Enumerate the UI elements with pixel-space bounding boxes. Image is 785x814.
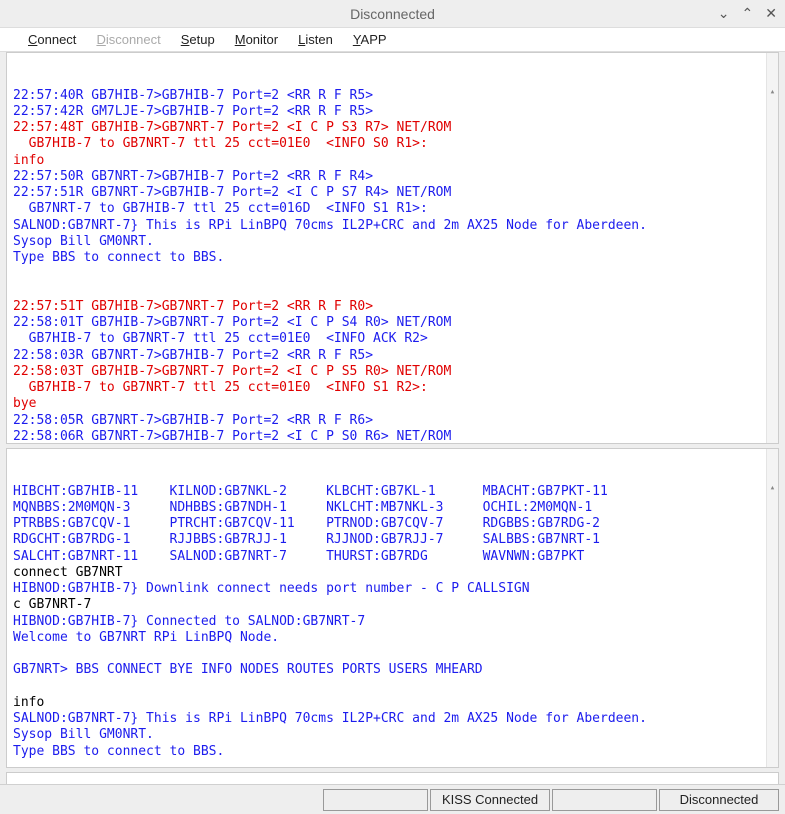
status-cell-3 [552,789,657,811]
log-line: MQNBBS:2M0MQN-3 NDHBBS:GB7NDH-1 NKLCHT:M… [13,500,772,516]
log-line: 22:57:42R GM7LJE-7>GB7HIB-7 Port=2 <RR R… [13,104,772,120]
log-line: RDGCHT:GB7RDG-1 RJJBBS:GB7RJJ-1 RJJNOD:G… [13,532,772,548]
minimize-icon[interactable]: ⌄ [718,6,730,20]
log-line: SALNOD:GB7NRT-7} This is RPi LinBPQ 70cm… [13,711,772,727]
log-line: GB7HIB-7 to GB7NRT-7 ttl 25 cct=01E0 <IN… [13,331,772,347]
status-bar: KISS Connected Disconnected [0,784,785,814]
terminal-pane[interactable]: HIBCHT:GB7HIB-11 KILNOD:GB7NKL-2 KLBCHT:… [6,448,779,768]
log-line: 22:58:03T GB7HIB-7>GB7NRT-7 Port=2 <I C … [13,364,772,380]
log-line: HIBNOD:GB7HIB-7} Connected to SALNOD:GB7… [13,614,772,630]
menu-monitor[interactable]: Monitor [235,32,278,47]
status-cell-1 [323,789,428,811]
log-line: 22:57:51T GB7HIB-7>GB7NRT-7 Port=2 <RR R… [13,299,772,315]
status-cell-conn: Disconnected [659,789,779,811]
log-line [13,760,772,768]
log-line: SALCHT:GB7NRT-11 SALNOD:GB7NRT-7 THURST:… [13,549,772,565]
maximize-icon[interactable]: ⌃ [742,6,754,20]
log-line: info [13,153,772,169]
log-line [13,646,772,662]
log-line: bye [13,396,772,412]
log-line: HIBCHT:GB7HIB-11 KILNOD:GB7NKL-2 KLBCHT:… [13,484,772,500]
log-line: Sysop Bill GM0NRT. [13,727,772,743]
log-line: 22:58:06R GB7NRT-7>GB7HIB-7 Port=2 <I C … [13,429,772,444]
status-cell-kiss: KISS Connected [430,789,550,811]
command-input[interactable] [7,774,778,785]
log-line [13,266,772,282]
log-line: 22:57:50R GB7NRT-7>GB7HIB-7 Port=2 <RR R… [13,169,772,185]
log-line: Sysop Bill GM0NRT. [13,234,772,250]
menu-listen[interactable]: Listen [298,32,333,47]
log-line: connect GB7NRT [13,565,772,581]
log-line: Welcome to GB7NRT RPi LinBPQ Node. [13,630,772,646]
log-line [13,679,772,695]
menu-connect[interactable]: Connect [28,32,76,47]
log-line: HIBNOD:GB7HIB-7} Downlink connect needs … [13,581,772,597]
menu-setup[interactable]: Setup [181,32,215,47]
scroll-up-icon[interactable]: ▴ [767,482,778,496]
log-line: 22:57:48T GB7HIB-7>GB7NRT-7 Port=2 <I C … [13,120,772,136]
log-line: 22:58:05R GB7NRT-7>GB7HIB-7 Port=2 <RR R… [13,413,772,429]
title-bar: Disconnected ⌄ ⌃ ✕ [0,0,785,28]
log-line: c GB7NRT-7 [13,597,772,613]
log-line: GB7HIB-7 to GB7NRT-7 ttl 25 cct=01E0 <IN… [13,136,772,152]
log-line: Type BBS to connect to BBS. [13,250,772,266]
content-area: 22:57:40R GB7HIB-7>GB7HIB-7 Port=2 <RR R… [0,52,785,784]
terminal-text: HIBCHT:GB7HIB-11 KILNOD:GB7NKL-2 KLBCHT:… [13,484,772,769]
log-line: 22:58:03R GB7NRT-7>GB7HIB-7 Port=2 <RR R… [13,348,772,364]
window-title: Disconnected [350,6,435,22]
menu-yapp[interactable]: YAPP [353,32,387,47]
log-line: PTRBBS:GB7CQV-1 PTRCHT:GB7CQV-11 PTRNOD:… [13,516,772,532]
monitor-pane[interactable]: 22:57:40R GB7HIB-7>GB7HIB-7 Port=2 <RR R… [6,52,779,444]
log-line: GB7NRT> BBS CONNECT BYE INFO NODES ROUTE… [13,662,772,678]
log-line: GB7NRT-7 to GB7HIB-7 ttl 25 cct=016D <IN… [13,201,772,217]
log-line: 22:57:51R GB7NRT-7>GB7HIB-7 Port=2 <I C … [13,185,772,201]
menu-disconnect: Disconnect [96,32,160,47]
window-controls: ⌄ ⌃ ✕ [718,6,777,20]
log-line: SALNOD:GB7NRT-7} This is RPi LinBPQ 70cm… [13,218,772,234]
monitor-scrollbar[interactable]: ▴ [766,53,778,443]
menu-bar: Connect Disconnect Setup Monitor Listen … [0,28,785,52]
log-line: Type BBS to connect to BBS. [13,744,772,760]
log-line: GB7HIB-7 to GB7NRT-7 ttl 25 cct=01E0 <IN… [13,380,772,396]
log-line: info [13,695,772,711]
scroll-up-icon[interactable]: ▴ [767,86,778,100]
log-line: 22:58:01T GB7HIB-7>GB7NRT-7 Port=2 <I C … [13,315,772,331]
monitor-text: 22:57:40R GB7HIB-7>GB7HIB-7 Port=2 <RR R… [13,88,772,445]
log-line: 22:57:40R GB7HIB-7>GB7HIB-7 Port=2 <RR R… [13,88,772,104]
log-line [13,283,772,299]
command-input-row [6,772,779,784]
close-icon[interactable]: ✕ [765,6,777,20]
terminal-scrollbar[interactable]: ▴ [766,449,778,767]
